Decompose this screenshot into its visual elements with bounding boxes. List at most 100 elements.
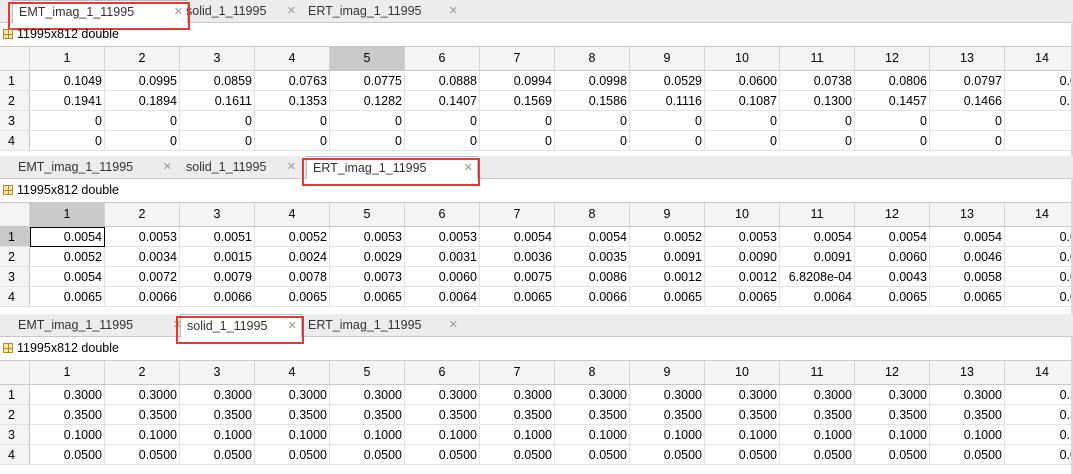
tab-ert-imag-1-11995[interactable]: ERT_imag_1_11995 ✕ <box>306 156 478 179</box>
table-cell[interactable]: 0.1000 <box>105 425 180 445</box>
table-cell[interactable]: 0.0500 <box>30 445 105 465</box>
close-icon[interactable]: ✕ <box>464 157 473 179</box>
table-cell[interactable]: 0.0500 <box>780 445 855 465</box>
table-cell[interactable]: 0 <box>255 111 330 131</box>
table-cell[interactable]: 0.1569 <box>480 91 555 111</box>
table-cell[interactable]: 0.0065 <box>930 287 1005 307</box>
column-header-6[interactable]: 6 <box>405 203 480 226</box>
table-cell[interactable]: 0 <box>180 111 255 131</box>
table-cell[interactable]: 0.1 <box>1005 91 1073 111</box>
table-cell[interactable]: 0.0064 <box>780 287 855 307</box>
close-icon[interactable]: ✕ <box>163 157 172 177</box>
table-cell[interactable]: 0.3500 <box>405 405 480 425</box>
table-cell[interactable]: 0.0066 <box>105 287 180 307</box>
table-cell[interactable]: 0.0500 <box>255 445 330 465</box>
column-header-6[interactable]: 6 <box>405 361 480 384</box>
column-header-13[interactable]: 13 <box>930 361 1005 384</box>
column-header-14[interactable]: 14 <box>1005 203 1073 226</box>
table-cell[interactable]: 0 <box>855 111 930 131</box>
column-header-8[interactable]: 8 <box>555 203 630 226</box>
table-cell[interactable]: 0.0036 <box>480 247 555 267</box>
table-cell[interactable]: 0 <box>480 111 555 131</box>
corner-cell[interactable] <box>0 47 30 70</box>
row-header-4[interactable]: 4 <box>0 445 30 465</box>
table-cell[interactable]: 0.0079 <box>180 267 255 287</box>
table-cell[interactable]: 0.1894 <box>105 91 180 111</box>
table-cell[interactable]: 0.0054 <box>930 227 1005 247</box>
table-cell[interactable]: 0 <box>630 131 705 151</box>
table-cell[interactable]: 0.0072 <box>105 267 180 287</box>
table-cell[interactable]: 0.0500 <box>405 445 480 465</box>
table-cell[interactable]: 0.0529 <box>630 71 705 91</box>
column-header-5[interactable]: 5 <box>330 361 405 384</box>
column-header-11[interactable]: 11 <box>780 203 855 226</box>
column-header-12[interactable]: 12 <box>855 361 930 384</box>
table-cell[interactable]: 0.0500 <box>555 445 630 465</box>
table-cell[interactable]: 0.1116 <box>630 91 705 111</box>
table-cell[interactable]: 0.0054 <box>30 267 105 287</box>
close-icon[interactable]: ✕ <box>287 157 296 177</box>
row-header-2[interactable]: 2 <box>0 405 30 425</box>
row-header-1[interactable]: 1 <box>0 227 30 247</box>
table-cell[interactable]: 0.0998 <box>555 71 630 91</box>
table-cell[interactable]: 6.8208e-04 <box>780 267 855 287</box>
table-cell[interactable]: 0.3000 <box>330 385 405 405</box>
table-cell[interactable]: 0.3 <box>1005 405 1073 425</box>
table-cell[interactable]: 0.0066 <box>555 287 630 307</box>
table-cell[interactable]: 0.0065 <box>330 287 405 307</box>
table-cell[interactable]: 0.1000 <box>30 425 105 445</box>
table-cell[interactable]: 0 <box>30 111 105 131</box>
table-cell[interactable]: 0.1000 <box>555 425 630 445</box>
table-cell[interactable]: 0.1611 <box>180 91 255 111</box>
row-header-1[interactable]: 1 <box>0 385 30 405</box>
table-cell[interactable]: 0.0043 <box>855 267 930 287</box>
table-cell[interactable]: 0.1466 <box>930 91 1005 111</box>
table-cell[interactable]: 0.0994 <box>480 71 555 91</box>
column-header-2[interactable]: 2 <box>105 203 180 226</box>
table-cell[interactable]: 0.0065 <box>855 287 930 307</box>
column-header-12[interactable]: 12 <box>855 203 930 226</box>
column-header-1[interactable]: 1 <box>30 47 105 70</box>
column-header-4[interactable]: 4 <box>255 47 330 70</box>
table-cell[interactable]: 0.1000 <box>780 425 855 445</box>
table-cell[interactable]: 0.3000 <box>855 385 930 405</box>
table-cell[interactable]: 0 <box>330 111 405 131</box>
table-cell[interactable]: 0 <box>480 131 555 151</box>
table-cell[interactable]: 0.0500 <box>480 445 555 465</box>
table-cell[interactable]: 0 <box>780 111 855 131</box>
table-cell[interactable]: 0.0054 <box>30 227 105 247</box>
table-cell[interactable]: 0.0075 <box>480 267 555 287</box>
tab-ert-imag-1-11995[interactable]: ERT_imag_1_11995 ✕ <box>302 1 462 21</box>
table-cell[interactable]: 0.0 <box>1005 445 1073 465</box>
column-header-14[interactable]: 14 <box>1005 361 1073 384</box>
table-cell[interactable]: 0.0 <box>1005 267 1073 287</box>
table-cell[interactable]: 0.0029 <box>330 247 405 267</box>
table-cell[interactable]: 0.3000 <box>930 385 1005 405</box>
row-header-2[interactable]: 2 <box>0 91 30 111</box>
table-cell[interactable]: 0.0053 <box>105 227 180 247</box>
table-cell[interactable]: 0 <box>255 131 330 151</box>
table-cell[interactable]: 0.1000 <box>405 425 480 445</box>
row-header-3[interactable]: 3 <box>0 111 30 131</box>
column-header-2[interactable]: 2 <box>105 361 180 384</box>
table-cell[interactable]: 0 <box>555 131 630 151</box>
table-cell[interactable]: 0.1941 <box>30 91 105 111</box>
table-cell[interactable]: 0.0086 <box>555 267 630 287</box>
column-header-3[interactable]: 3 <box>180 47 255 70</box>
table-cell[interactable]: 0.1000 <box>480 425 555 445</box>
table-cell[interactable]: 0.0053 <box>705 227 780 247</box>
table-cell[interactable]: 0 <box>705 111 780 131</box>
table-cell[interactable]: 0.3500 <box>180 405 255 425</box>
table-cell[interactable]: 0.0012 <box>705 267 780 287</box>
table-cell[interactable]: 0.1 <box>1005 425 1073 445</box>
column-header-10[interactable]: 10 <box>705 361 780 384</box>
table-cell[interactable]: 0 <box>180 131 255 151</box>
table-cell[interactable]: 0.1300 <box>780 91 855 111</box>
table-cell[interactable]: 0.1000 <box>855 425 930 445</box>
table-cell[interactable]: 0.3500 <box>480 405 555 425</box>
table-cell[interactable]: 0 <box>30 131 105 151</box>
close-icon[interactable]: ✕ <box>449 315 458 335</box>
table-cell[interactable]: 0.0 <box>1005 287 1073 307</box>
table-cell[interactable]: 0.1457 <box>855 91 930 111</box>
tab-emt-imag-1-11995[interactable]: EMT_imag_1_11995 ✕ <box>12 0 188 23</box>
